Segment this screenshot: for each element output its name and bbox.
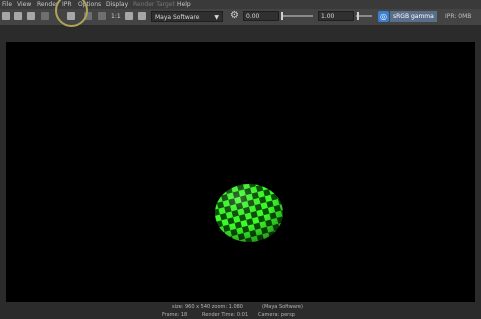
render-region-icon[interactable] (14, 12, 22, 20)
snapshot-icon[interactable] (27, 12, 35, 20)
gamma-slider-handle[interactable] (357, 12, 359, 20)
zoom-ratio[interactable]: 1:1 (111, 12, 121, 22)
ipr-memory: IPR: 0MB (445, 13, 472, 20)
exposure-slider-handle[interactable] (281, 12, 283, 20)
renderer-name: (Maya Software) (262, 304, 303, 310)
renderer-value: Maya Software (155, 14, 200, 21)
color-space-toggle[interactable]: sRGB gamma (390, 11, 437, 22)
redo-render-icon[interactable] (2, 12, 10, 20)
render-viewport[interactable] (6, 42, 475, 302)
chevron-down-icon: ▼ (214, 14, 219, 21)
exposure-slider[interactable] (281, 15, 313, 17)
gamma-field[interactable]: 1.00 (318, 11, 354, 21)
renderer-dropdown[interactable]: Maya Software ▼ (151, 11, 223, 22)
frame-number: Frame: 18 (162, 312, 188, 318)
exposure-field[interactable]: 0.00 (243, 11, 279, 21)
rendered-sphere (215, 184, 283, 242)
menu-file[interactable]: File (2, 0, 12, 9)
status-bar: size: 960 x 540 zoom: 1.080 (Maya Softwa… (0, 302, 481, 319)
display-rgb-icon[interactable] (125, 12, 133, 20)
keep-image-icon[interactable] (98, 12, 106, 20)
gear-icon[interactable]: ⚙ (230, 10, 239, 22)
menu-display[interactable]: Display (106, 0, 128, 9)
menu-render-target[interactable]: Render Target (133, 0, 175, 9)
color-management-icon[interactable]: ◎ (378, 11, 389, 22)
render-size: size: 960 x 540 zoom: 1.080 (172, 304, 243, 310)
menu-view[interactable]: View (17, 0, 31, 9)
album-icon[interactable] (41, 12, 49, 20)
display-alpha-icon[interactable] (138, 12, 146, 20)
menu-help[interactable]: Help (177, 0, 191, 9)
render-time: Render Time: 0:01 (202, 312, 249, 318)
camera-name: Camera: persp (258, 312, 295, 318)
